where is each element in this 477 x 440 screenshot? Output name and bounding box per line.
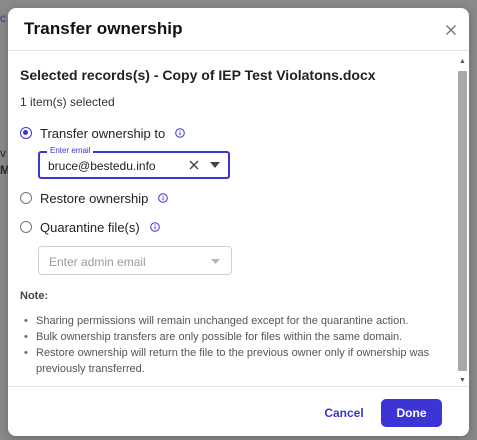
chevron-down-icon[interactable] xyxy=(211,259,220,264)
transfer-email-field[interactable]: Enter email bruce@bestedu.info xyxy=(38,146,230,179)
option-transfer-ownership[interactable]: Transfer ownership to xyxy=(20,124,186,142)
note-item: Sharing permissions will remain unchange… xyxy=(20,313,440,329)
email-field-label: Enter email xyxy=(47,146,94,156)
cancel-button[interactable]: Cancel xyxy=(314,400,374,426)
clear-icon[interactable] xyxy=(189,160,199,170)
scrollbar[interactable]: ▲ ▼ xyxy=(457,55,468,386)
dialog-title: Transfer ownership xyxy=(24,19,183,38)
scrollbar-thumb[interactable] xyxy=(458,71,467,371)
dialog-body[interactable]: Selected records(s) - Copy of IEP Test V… xyxy=(8,51,469,386)
close-icon xyxy=(446,25,456,35)
selected-count: 1 item(s) selected xyxy=(20,95,115,109)
note-list: Sharing permissions will remain unchange… xyxy=(20,313,440,377)
email-input-value[interactable]: bruce@bestedu.info xyxy=(48,159,156,173)
dialog-footer: Cancel Done xyxy=(8,386,469,436)
info-icon[interactable] xyxy=(149,222,160,232)
note-item: Restore ownership will return the file t… xyxy=(20,345,440,377)
background-text-fragment: v xyxy=(0,146,6,160)
note-item: Bulk ownership transfers are only possib… xyxy=(20,329,440,345)
transfer-ownership-dialog: Transfer ownership Selected records(s) -… xyxy=(8,8,469,436)
scroll-up-arrow-icon[interactable]: ▲ xyxy=(457,57,468,67)
transfer-ownership-radio[interactable] xyxy=(20,127,32,139)
quarantine-files-radio[interactable] xyxy=(20,221,32,233)
option-restore-ownership[interactable]: Restore ownership xyxy=(20,189,169,207)
note-heading: Note: xyxy=(20,290,49,302)
restore-ownership-label[interactable]: Restore ownership xyxy=(40,191,148,206)
info-icon[interactable] xyxy=(158,193,169,203)
scroll-down-arrow-icon[interactable]: ▼ xyxy=(457,376,468,386)
background-text-fragment: c xyxy=(0,11,6,25)
info-icon[interactable] xyxy=(175,128,186,138)
restore-ownership-radio[interactable] xyxy=(20,192,32,204)
close-button[interactable] xyxy=(443,22,459,38)
dialog-header: Transfer ownership xyxy=(8,8,469,51)
admin-email-field[interactable]: Enter admin email xyxy=(38,246,232,275)
quarantine-files-label[interactable]: Quarantine file(s) xyxy=(40,220,140,235)
done-button[interactable]: Done xyxy=(381,399,442,427)
transfer-ownership-label[interactable]: Transfer ownership to xyxy=(40,126,165,141)
admin-email-placeholder: Enter admin email xyxy=(49,255,146,269)
selected-records-title: Selected records(s) - Copy of IEP Test V… xyxy=(20,67,376,83)
chevron-down-icon[interactable] xyxy=(210,162,220,168)
option-quarantine-files[interactable]: Quarantine file(s) xyxy=(20,218,160,236)
